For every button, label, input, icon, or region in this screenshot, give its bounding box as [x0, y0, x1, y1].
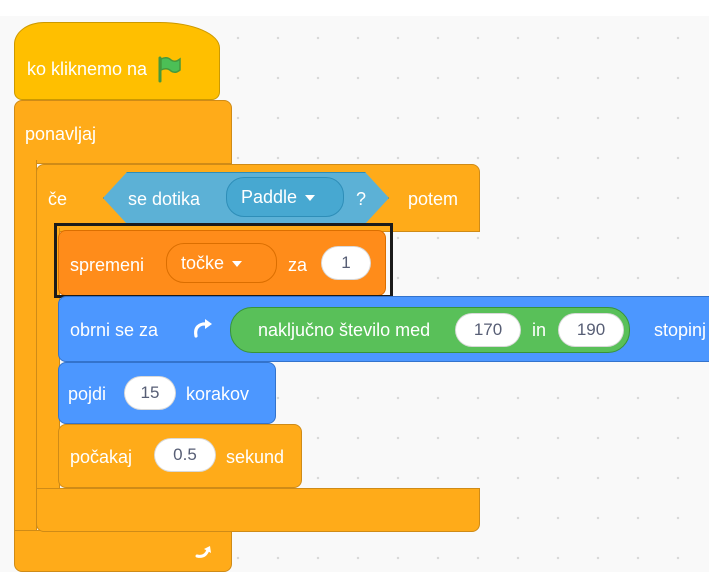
move-steps-input[interactable]: 15	[124, 376, 176, 410]
selection-highlight	[54, 223, 393, 298]
move-label: pojdi	[68, 384, 107, 404]
touching-target-dropdown[interactable]: Paddle	[226, 177, 344, 217]
random-and-label: in	[532, 320, 547, 340]
loop-arrow-icon	[195, 546, 211, 558]
random-label: naključno število med	[258, 320, 431, 340]
wait-seconds-input[interactable]: 0.5	[154, 438, 216, 472]
rotate-right-icon	[194, 319, 212, 338]
green-flag-icon	[158, 56, 181, 83]
forever-arm	[14, 160, 37, 533]
then-label: potem	[408, 189, 459, 209]
turn-unit-label: stopinj	[654, 320, 707, 340]
if-label: če	[48, 189, 68, 209]
when-flag-clicked-block[interactable]: ko kliknemo na	[14, 22, 220, 100]
wait-label: počakaj	[70, 447, 133, 467]
random-from-input[interactable]: 170	[455, 313, 521, 347]
move-unit-label: korakov	[186, 384, 250, 404]
random-to-input[interactable]: 190	[558, 313, 624, 347]
dropdown-caret-icon	[305, 195, 316, 201]
turn-label: obrni se za	[70, 320, 159, 340]
forever-bottom	[14, 530, 232, 572]
touching-label: se dotika	[128, 189, 201, 209]
wait-unit-label: sekund	[226, 447, 285, 467]
when-flag-label: ko kliknemo na	[27, 59, 148, 79]
touching-question-mark: ?	[356, 189, 367, 209]
touching-target-value: Paddle	[241, 186, 298, 207]
code-workspace[interactable]: ponavljaj ko kliknemo na če potem se dot…	[0, 0, 709, 572]
if-bottom	[36, 488, 480, 532]
forever-block[interactable]: ponavljaj	[14, 100, 232, 164]
workspace-top-strip	[0, 0, 709, 16]
forever-label: ponavljaj	[25, 124, 97, 144]
